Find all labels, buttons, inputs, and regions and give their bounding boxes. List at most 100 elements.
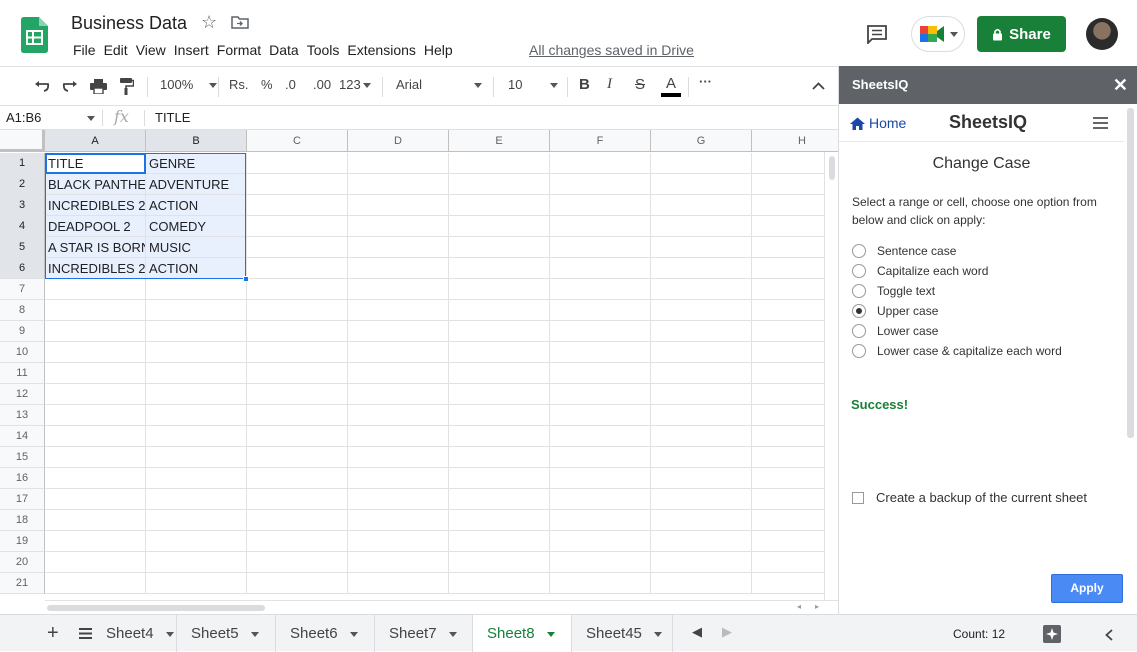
column-header-h[interactable]: H <box>752 130 838 152</box>
row-header[interactable]: 7 <box>0 279 45 300</box>
cell-d9[interactable] <box>348 321 449 342</box>
menu-help[interactable]: Help <box>420 42 457 58</box>
row-header[interactable]: 18 <box>0 510 45 531</box>
increase-decimal-button[interactable]: .00 <box>313 77 331 92</box>
row-header[interactable]: 19 <box>0 531 45 552</box>
document-title[interactable]: Business Data <box>71 13 187 34</box>
panel-scrollbar[interactable] <box>1124 104 1137 614</box>
cell-f9[interactable] <box>550 321 651 342</box>
menu-file[interactable]: File <box>69 42 100 58</box>
cell-e3[interactable] <box>449 195 550 216</box>
cell-c20[interactable] <box>247 552 348 573</box>
cell-a20[interactable] <box>45 552 146 573</box>
cell-c18[interactable] <box>247 510 348 531</box>
cell-g3[interactable] <box>651 195 752 216</box>
cell-d17[interactable] <box>348 489 449 510</box>
sheet-tab-menu-icon[interactable] <box>546 631 555 637</box>
radio-button[interactable] <box>852 304 866 318</box>
cell-d21[interactable] <box>348 573 449 594</box>
cell-e15[interactable] <box>449 447 550 468</box>
cell-e13[interactable] <box>449 405 550 426</box>
cell-c1[interactable] <box>247 153 348 174</box>
select-all-corner[interactable] <box>0 130 45 152</box>
cell-c14[interactable] <box>247 426 348 447</box>
cell-d8[interactable] <box>348 300 449 321</box>
collapse-side-panel-icon[interactable] <box>1105 629 1113 641</box>
case-option[interactable]: Sentence case <box>852 244 956 258</box>
cell-b2[interactable]: ADVENTURE <box>146 174 247 195</box>
cell-c16[interactable] <box>247 468 348 489</box>
sheet-tab-sheet45[interactable]: Sheet45 <box>572 615 673 652</box>
cell-g7[interactable] <box>651 279 752 300</box>
undo-icon[interactable] <box>34 80 50 92</box>
cell-b8[interactable] <box>146 300 247 321</box>
cell-g16[interactable] <box>651 468 752 489</box>
cell-a4[interactable]: DEADPOOL 2 <box>45 216 146 237</box>
panel-scroll-thumb[interactable] <box>1127 108 1134 438</box>
row-header[interactable]: 9 <box>0 321 45 342</box>
cell-d20[interactable] <box>348 552 449 573</box>
row-header[interactable]: 13 <box>0 405 45 426</box>
cell-a7[interactable] <box>45 279 146 300</box>
cell-e18[interactable] <box>449 510 550 531</box>
cell-g12[interactable] <box>651 384 752 405</box>
cell-d15[interactable] <box>348 447 449 468</box>
case-option[interactable]: Upper case <box>852 304 938 318</box>
cell-c7[interactable] <box>247 279 348 300</box>
vertical-scroll-thumb[interactable] <box>829 156 835 180</box>
cell-b20[interactable] <box>146 552 247 573</box>
name-box[interactable]: A1:B6 <box>6 110 41 125</box>
cell-a1[interactable]: TITLE <box>45 153 146 174</box>
row-header[interactable]: 17 <box>0 489 45 510</box>
sheet-tab-sheet6[interactable]: Sheet6 <box>276 615 375 652</box>
cell-a10[interactable] <box>45 342 146 363</box>
cell-a16[interactable] <box>45 468 146 489</box>
cell-a19[interactable] <box>45 531 146 552</box>
cell-f21[interactable] <box>550 573 651 594</box>
cell-f11[interactable] <box>550 363 651 384</box>
cell-e9[interactable] <box>449 321 550 342</box>
cell-g20[interactable] <box>651 552 752 573</box>
row-header[interactable]: 21 <box>0 573 45 594</box>
cell-d12[interactable] <box>348 384 449 405</box>
name-box-dropdown-icon[interactable] <box>87 116 95 121</box>
cell-f15[interactable] <box>550 447 651 468</box>
cell-c21[interactable] <box>247 573 348 594</box>
cell-b10[interactable] <box>146 342 247 363</box>
cell-g14[interactable] <box>651 426 752 447</box>
cell-g6[interactable] <box>651 258 752 279</box>
case-option[interactable]: Capitalize each word <box>852 264 988 278</box>
cell-c17[interactable] <box>247 489 348 510</box>
cell-d7[interactable] <box>348 279 449 300</box>
sheet-tab-sheet4[interactable]: Sheet4 <box>92 615 177 652</box>
row-header[interactable]: 14 <box>0 426 45 447</box>
cell-b5[interactable]: MUSIC <box>146 237 247 258</box>
comment-history-icon[interactable] <box>866 24 888 44</box>
cell-c10[interactable] <box>247 342 348 363</box>
cell-e6[interactable] <box>449 258 550 279</box>
cell-e20[interactable] <box>449 552 550 573</box>
cell-c9[interactable] <box>247 321 348 342</box>
cell-a8[interactable] <box>45 300 146 321</box>
sheet-tab-sheet5[interactable]: Sheet5 <box>177 615 276 652</box>
cell-c4[interactable] <box>247 216 348 237</box>
cell-c6[interactable] <box>247 258 348 279</box>
share-button[interactable]: Share <box>977 16 1066 52</box>
cell-e4[interactable] <box>449 216 550 237</box>
sheet-tab-menu-icon[interactable] <box>653 631 662 637</box>
sheet-tab-sheet8[interactable]: Sheet8 <box>473 615 572 652</box>
cell-e1[interactable] <box>449 153 550 174</box>
cell-e17[interactable] <box>449 489 550 510</box>
cell-f5[interactable] <box>550 237 651 258</box>
explore-icon[interactable] <box>1043 625 1061 643</box>
menu-insert[interactable]: Insert <box>170 42 213 58</box>
cell-e19[interactable] <box>449 531 550 552</box>
cell-c15[interactable] <box>247 447 348 468</box>
row-header[interactable]: 8 <box>0 300 45 321</box>
cell-b9[interactable] <box>146 321 247 342</box>
cell-g11[interactable] <box>651 363 752 384</box>
scroll-right-icon[interactable]: ▸ <box>815 602 819 611</box>
cell-d14[interactable] <box>348 426 449 447</box>
cell-d6[interactable] <box>348 258 449 279</box>
user-avatar[interactable] <box>1086 18 1118 50</box>
